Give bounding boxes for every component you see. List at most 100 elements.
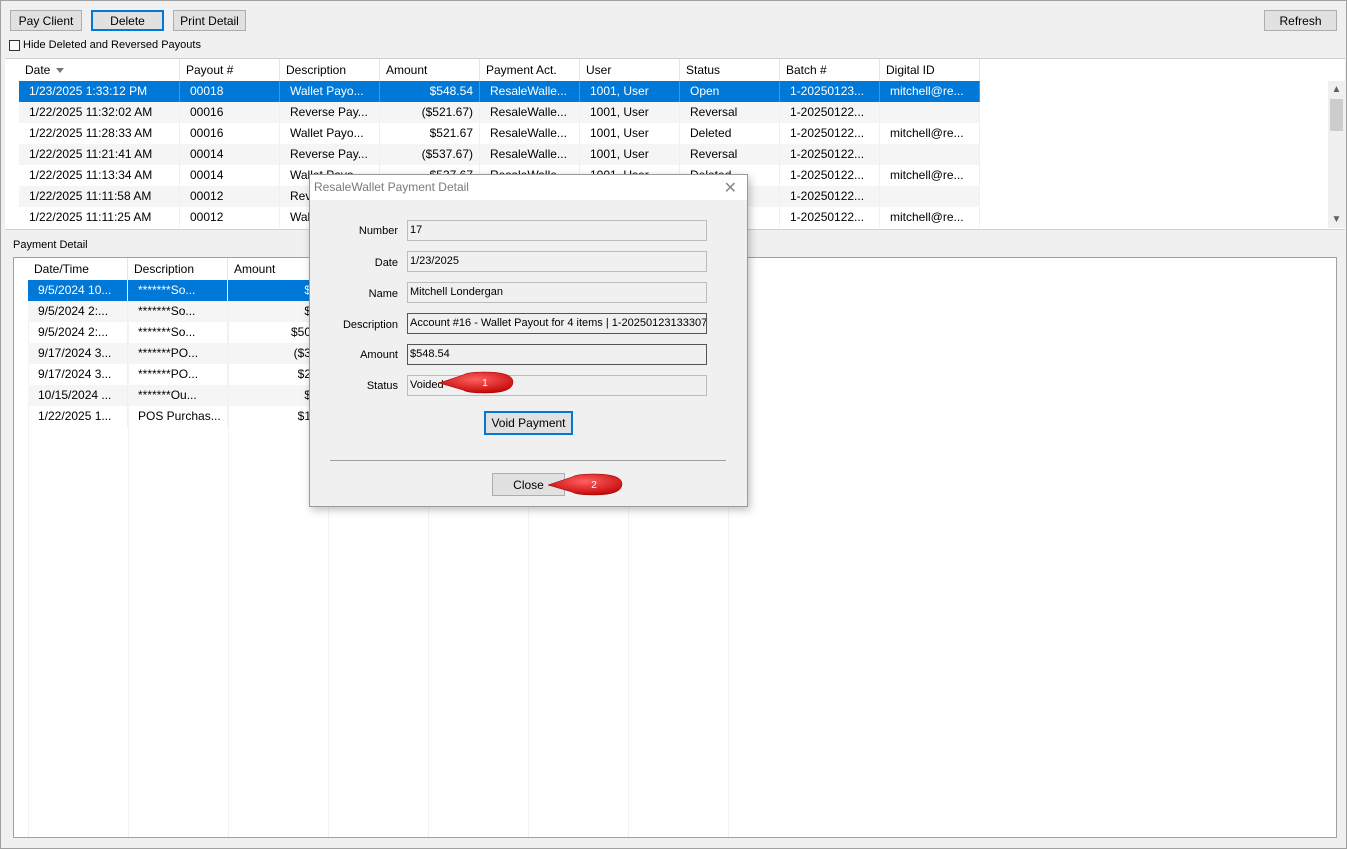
cell-batch: 1-20250122... xyxy=(780,207,880,228)
pay-client-button[interactable]: Pay Client xyxy=(10,10,82,31)
cell-date: 1/22/2025 11:11:58 AM xyxy=(19,186,180,207)
cell-payment-act: ResaleWalle... xyxy=(480,144,580,165)
date-label: Date xyxy=(374,257,398,269)
close-icon[interactable]: ✕ xyxy=(724,178,737,198)
table-row[interactable]: 1/22/2025 11:21:41 AM 00014 Reverse Pay...… xyxy=(19,144,980,165)
cell-datetime: 9/17/2024 3... xyxy=(28,364,128,385)
cell-datetime: 9/5/2024 2:... xyxy=(28,301,128,322)
name-label: Name xyxy=(368,288,398,300)
list-item[interactable]: 9/5/2024 2:...*******So...$2. xyxy=(28,301,328,322)
column-header-batch[interactable]: Batch # xyxy=(780,59,880,81)
cell-amount: $521.67 xyxy=(380,123,480,144)
cell-datetime: 9/5/2024 2:... xyxy=(28,322,128,343)
cell-status: Reversal xyxy=(680,102,780,123)
cell-date: 1/22/2025 11:21:41 AM xyxy=(19,144,180,165)
cell-date: 1/22/2025 11:28:33 AM xyxy=(19,123,180,144)
cell-status: Open xyxy=(680,81,780,102)
table-row[interactable]: 1/22/2025 11:28:33 AM 00016 Wallet Payo...… xyxy=(19,123,980,144)
cell-date: 1/22/2025 11:11:25 AM xyxy=(19,207,180,228)
date-field[interactable]: 1/23/2025 xyxy=(407,251,707,272)
description-field[interactable]: Account #16 - Wallet Payout for 4 items … xyxy=(407,313,707,334)
list-item[interactable]: 9/17/2024 3...*******PO...$25. xyxy=(28,364,328,385)
column-header-payment-act[interactable]: Payment Act. xyxy=(480,59,580,81)
cell-digital-id: mitchell@re... xyxy=(880,81,980,102)
scroll-up-icon[interactable]: ▲ xyxy=(1328,81,1345,98)
delete-button[interactable]: Delete xyxy=(91,10,164,31)
column-header-detail-description[interactable]: Description xyxy=(128,258,228,280)
cell-date: 1/22/2025 11:32:02 AM xyxy=(19,102,180,123)
cell-digital-id: mitchell@re... xyxy=(880,165,980,186)
cell-batch: 1-20250123... xyxy=(780,81,880,102)
cell-description: *******PO... xyxy=(128,364,228,385)
cell-description: *******PO... xyxy=(128,343,228,364)
callout-1-number: 1 xyxy=(482,378,488,389)
list-item[interactable]: 1/22/2025 1...POS Purchas...$10. xyxy=(28,406,328,427)
cell-description: Wallet Payo... xyxy=(280,123,380,144)
hide-deleted-checkbox[interactable] xyxy=(9,39,20,51)
cell-batch: 1-20250122... xyxy=(780,102,880,123)
number-label: Number xyxy=(358,225,398,237)
list-item[interactable]: 9/5/2024 2:... *******So... $500. xyxy=(28,322,328,343)
cell-batch: 1-20250122... xyxy=(780,186,880,207)
column-header-date[interactable]: Date xyxy=(19,59,180,81)
cell-payout: 00016 xyxy=(180,123,280,144)
cell-digital-id xyxy=(880,102,980,123)
hide-deleted-row[interactable]: Hide Deleted and Reversed Payouts xyxy=(9,39,201,51)
column-header-amount[interactable]: Amount xyxy=(380,59,480,81)
cell-payout: 00012 xyxy=(180,186,280,207)
cell-date: 1/22/2025 11:13:34 AM xyxy=(19,165,180,186)
list-item[interactable]: 9/17/2024 3... *******PO... ($3.8 xyxy=(28,343,328,364)
callout-2-number: 2 xyxy=(591,480,597,491)
cell-description: *******So... xyxy=(128,280,228,301)
cell-user: 1001, User xyxy=(580,102,680,123)
name-field[interactable]: Mitchell Londergan xyxy=(407,282,707,303)
cell-payout: 00014 xyxy=(180,165,280,186)
amount-field[interactable]: $548.54 xyxy=(407,344,707,365)
column-header-user[interactable]: User xyxy=(580,59,680,81)
main-window: Pay Client Delete Print Detail Refresh H… xyxy=(0,0,1347,849)
cell-status: Reversal xyxy=(680,144,780,165)
cell-description: Reverse Pay... xyxy=(280,102,380,123)
cell-description: Wallet Payo... xyxy=(280,81,380,102)
cell-description: Reverse Pay... xyxy=(280,144,380,165)
cell-description: *******Ou... xyxy=(128,385,228,406)
cell-payout: 00014 xyxy=(180,144,280,165)
cell-datetime: 1/22/2025 1... xyxy=(28,406,128,427)
cell-payment-act: ResaleWalle... xyxy=(480,102,580,123)
void-payment-button[interactable]: Void Payment xyxy=(484,411,573,435)
cell-datetime: 9/17/2024 3... xyxy=(28,343,128,364)
payouts-scrollbar[interactable]: ▲ ▼ xyxy=(1328,81,1345,228)
payment-detail-dialog: ResaleWallet Payment Detail ✕ Number 17 … xyxy=(309,174,748,507)
column-header-description[interactable]: Description xyxy=(280,59,380,81)
column-header-digital-id[interactable]: Digital ID xyxy=(880,59,980,81)
column-header-status[interactable]: Status xyxy=(680,59,780,81)
refresh-button[interactable]: Refresh xyxy=(1264,10,1337,31)
column-header-payout[interactable]: Payout # xyxy=(180,59,280,81)
payment-detail-header: Date/Time Description Amount xyxy=(28,258,328,280)
amount-label: Amount xyxy=(360,349,398,361)
cell-status: Deleted xyxy=(680,123,780,144)
cell-user: 1001, User xyxy=(580,81,680,102)
list-item[interactable]: 9/5/2024 10...*******So...$5. xyxy=(28,280,328,301)
table-row[interactable]: 1/22/2025 11:32:02 AM 00016 Reverse Pay...… xyxy=(19,102,980,123)
column-header-datetime[interactable]: Date/Time xyxy=(28,258,128,280)
cell-amount: ($521.67) xyxy=(380,102,480,123)
dialog-titlebar: ResaleWallet Payment Detail ✕ xyxy=(310,175,747,200)
number-field[interactable]: 17 xyxy=(407,220,707,241)
cell-datetime: 9/5/2024 10... xyxy=(28,280,128,301)
scroll-thumb[interactable] xyxy=(1330,99,1343,131)
dialog-title: ResaleWallet Payment Detail xyxy=(314,180,469,194)
cell-description: *******So... xyxy=(128,301,228,322)
description-label: Description xyxy=(342,319,398,331)
cell-amount: $548.54 xyxy=(380,81,480,102)
print-detail-button[interactable]: Print Detail xyxy=(173,10,246,31)
cell-payout: 00018 xyxy=(180,81,280,102)
scroll-down-icon[interactable]: ▼ xyxy=(1328,211,1345,228)
callout-1-marker: 1 xyxy=(438,371,514,394)
cell-digital-id: mitchell@re... xyxy=(880,123,980,144)
cell-batch: 1-20250122... xyxy=(780,144,880,165)
cell-date: 1/23/2025 1:33:12 PM xyxy=(19,81,180,102)
list-item[interactable]: 10/15/2024 ...*******Ou...$8. xyxy=(28,385,328,406)
table-row[interactable]: 1/23/2025 1:33:12 PM 00018 Wallet Payo... $… xyxy=(19,81,980,102)
status-label: Status xyxy=(366,380,398,392)
